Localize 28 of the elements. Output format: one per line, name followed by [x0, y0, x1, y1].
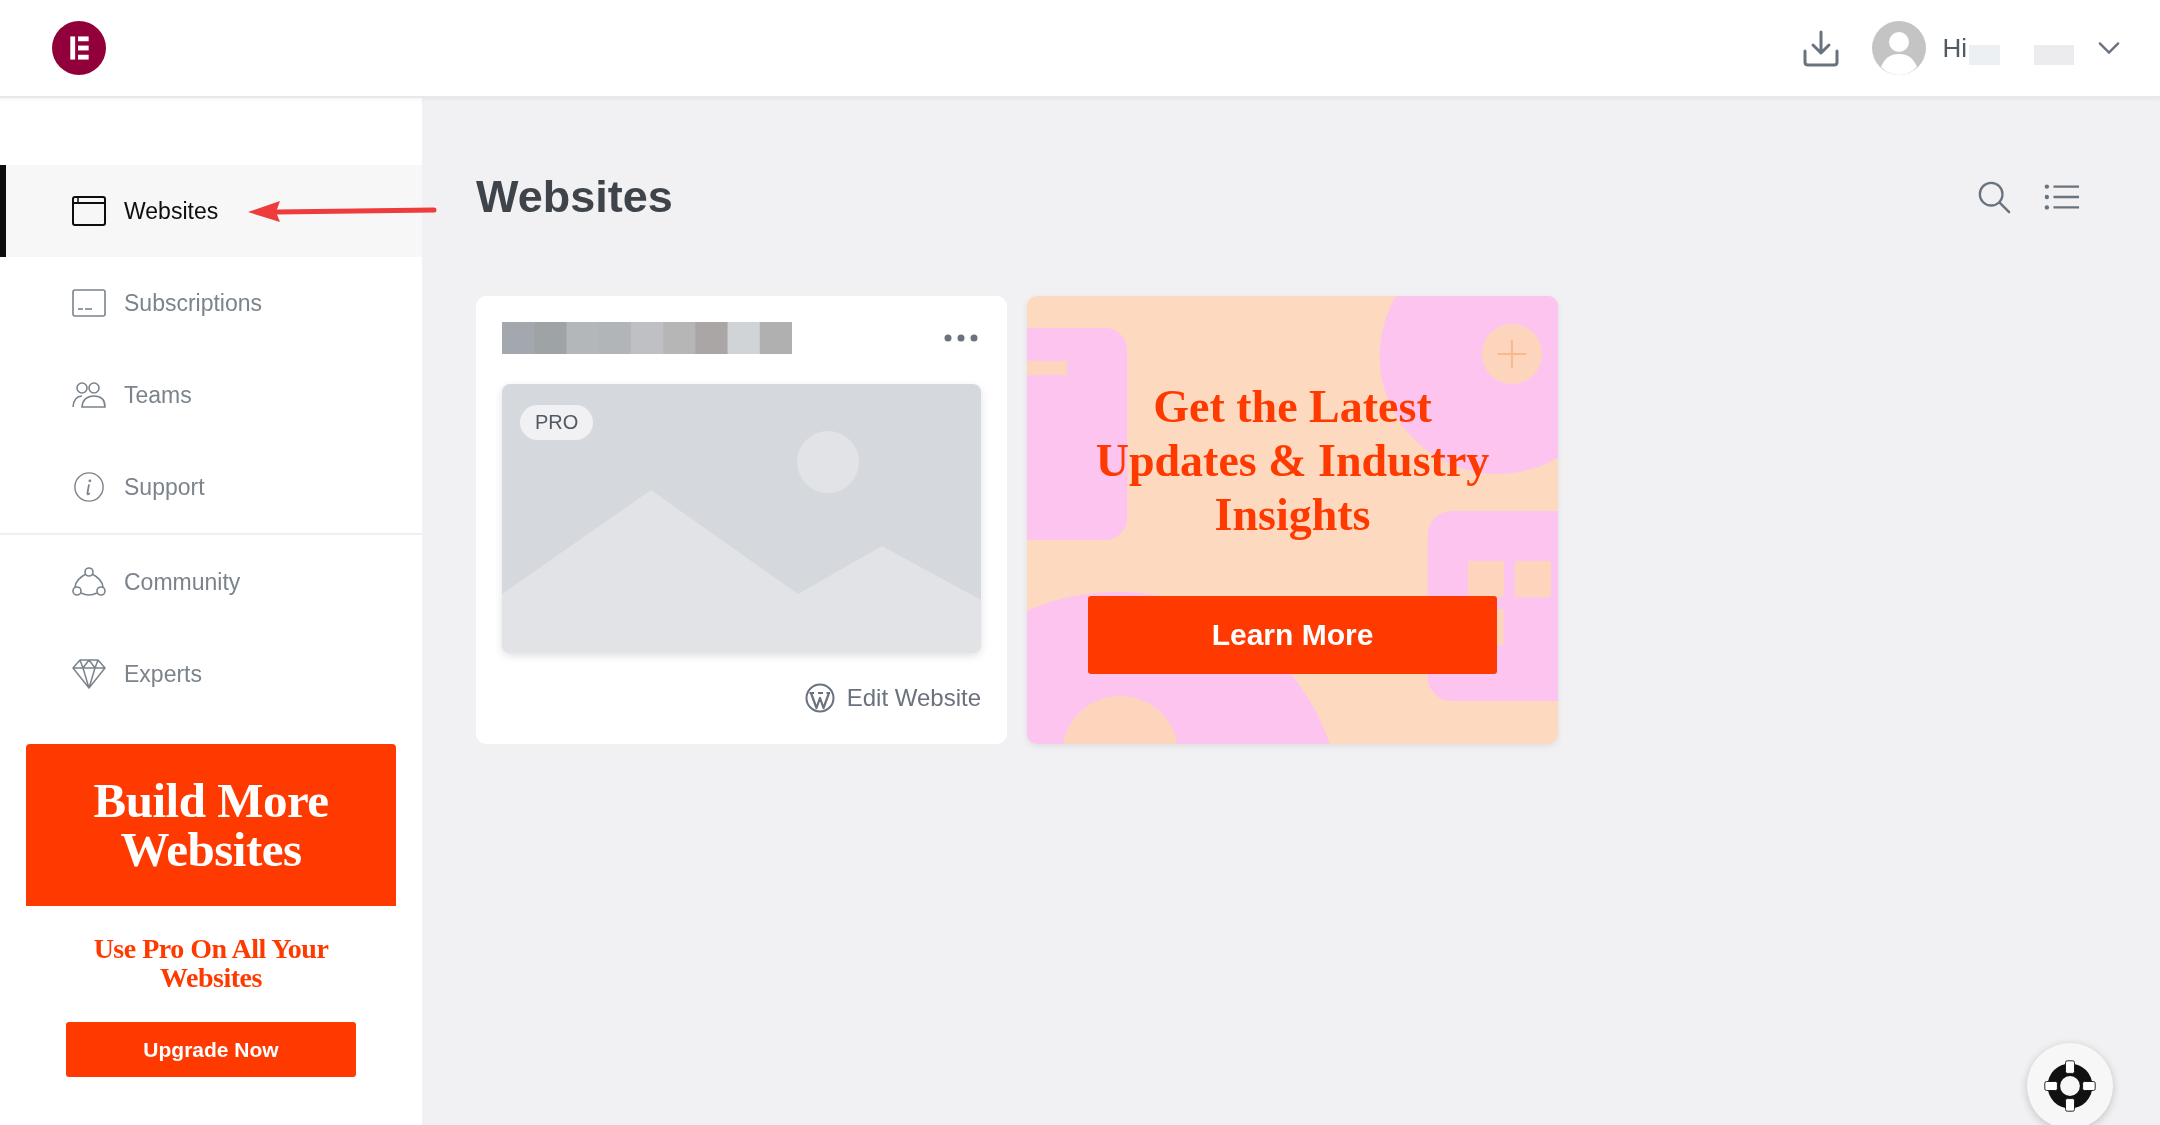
nav-item[interactable]: Support — [0, 441, 422, 533]
nav-item[interactable]: Subscriptions — [0, 257, 422, 349]
logo-icon[interactable] — [52, 21, 106, 75]
search-icon[interactable] — [1976, 180, 2012, 214]
learn-more-button[interactable]: Learn More — [1088, 596, 1497, 674]
info-icon — [72, 472, 106, 502]
diamond-icon — [72, 659, 106, 689]
nav-item[interactable]: Websites — [0, 165, 422, 257]
edit-website-link[interactable]: Edit Website — [804, 683, 981, 713]
download-icon[interactable] — [1802, 29, 1841, 67]
upgrade-button[interactable]: Upgrade Now — [66, 1022, 356, 1077]
more-options-icon[interactable] — [944, 334, 978, 342]
lifebuoy-icon — [2043, 1059, 2097, 1113]
chevron-down-icon[interactable] — [2098, 41, 2120, 55]
page-title: Websites — [476, 171, 673, 223]
nav-item[interactable]: Experts — [0, 628, 422, 720]
greeting-text: Hi — [1942, 32, 1967, 64]
nav-item[interactable]: Community — [0, 536, 422, 628]
nav-item[interactable]: Teams — [0, 349, 422, 441]
help-button[interactable] — [2027, 1043, 2113, 1125]
network-icon — [72, 567, 106, 597]
ad-headline: Get the Latest Updates & Industry Insights — [1094, 380, 1491, 542]
card-icon — [72, 288, 106, 318]
browser-window-icon — [72, 196, 106, 226]
promo-title: Build More Websites — [92, 776, 330, 874]
people-icon — [72, 380, 106, 410]
wordpress-icon — [804, 683, 835, 713]
promo-subtitle: Use Pro On All Your Websites — [92, 934, 330, 992]
